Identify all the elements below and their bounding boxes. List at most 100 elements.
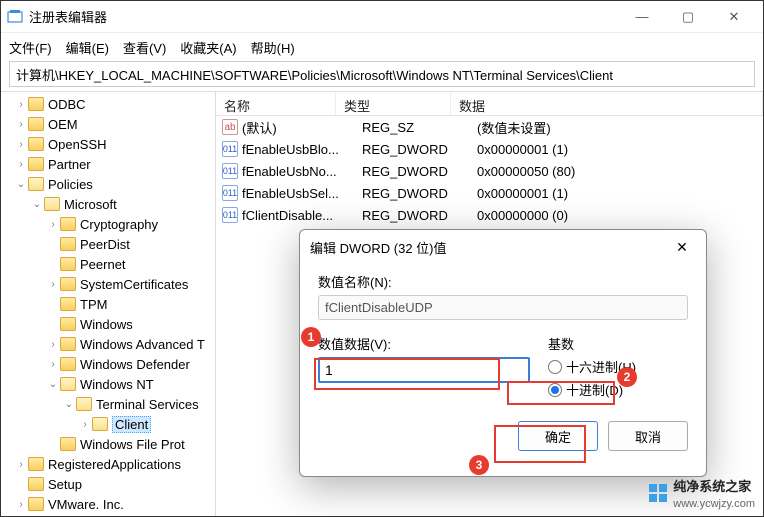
maximize-button[interactable]: ▢ — [665, 1, 711, 33]
tree-item-label: TPM — [80, 297, 107, 312]
list-body: ab(默认)REG_SZ(数值未设置)011fEnableUsbBlo...RE… — [216, 116, 763, 226]
value-data: 0x00000001 (1) — [469, 186, 763, 201]
tree-item[interactable]: Peernet — [1, 254, 215, 274]
titlebar[interactable]: 注册表编辑器 — ▢ ✕ — [1, 1, 763, 33]
menu-favorites[interactable]: 收藏夹(A) — [180, 38, 236, 57]
tree-item[interactable]: Windows File Prot — [1, 434, 215, 454]
binary-value-icon: 011 — [222, 185, 238, 201]
window-controls: — ▢ ✕ — [619, 1, 757, 33]
folder-icon — [60, 337, 76, 351]
tree-toggle-icon[interactable]: ⌄ — [47, 379, 59, 390]
tree-toggle-icon[interactable]: › — [47, 219, 59, 230]
menu-view[interactable]: 查看(V) — [123, 38, 166, 57]
folder-icon — [28, 497, 44, 511]
menu-file[interactable]: 文件(F) — [9, 38, 52, 57]
window-title: 注册表编辑器 — [29, 7, 619, 26]
tree-item-label: ODBC — [48, 97, 86, 112]
value-name-label: 数值名称(N): — [318, 272, 688, 291]
tree-toggle-icon[interactable]: › — [15, 159, 27, 170]
tree-item[interactable]: ›SystemCertificates — [1, 274, 215, 294]
value-data: 0x00000000 (0) — [469, 208, 763, 223]
tree-item[interactable]: ›Windows Defender — [1, 354, 215, 374]
address-bar[interactable]: 计算机\HKEY_LOCAL_MACHINE\SOFTWARE\Policies… — [9, 61, 755, 87]
tree-item-label: OEM — [48, 117, 78, 132]
list-header: 名称 类型 数据 — [216, 92, 763, 116]
menu-help[interactable]: 帮助(H) — [251, 38, 295, 57]
close-button[interactable]: ✕ — [711, 1, 757, 33]
tree-toggle-icon[interactable]: › — [15, 459, 27, 470]
minimize-button[interactable]: — — [619, 1, 665, 33]
dialog-body: 数值名称(N): fClientDisableUDP 数值数据(V): 基数 十… — [300, 264, 706, 476]
tree-toggle-icon[interactable]: ⌄ — [31, 199, 43, 210]
tree-item[interactable]: ⌄Windows NT — [1, 374, 215, 394]
ok-button[interactable]: 确定 — [518, 421, 598, 451]
tree-toggle-icon[interactable]: › — [47, 339, 59, 350]
tree-toggle-icon[interactable]: ⌄ — [15, 179, 27, 190]
dialog-titlebar[interactable]: 编辑 DWORD (32 位)值 ✕ — [300, 230, 706, 264]
list-row[interactable]: 011fEnableUsbBlo...REG_DWORD0x00000001 (… — [216, 138, 763, 160]
tree-item[interactable]: ⌄Microsoft — [1, 194, 215, 214]
tree-view[interactable]: › ODBC › OEM ›OpenSSH›Partner⌄Policies⌄Micro… — [1, 92, 216, 516]
tree-toggle-icon[interactable]: › — [47, 359, 59, 370]
tree-item[interactable]: › Windows Advanced T — [1, 334, 215, 354]
tree-item[interactable]: › Cryptography — [1, 214, 215, 234]
radio-dec-label: 十进制(D) — [566, 380, 623, 399]
folder-icon — [60, 217, 76, 231]
folder-icon — [60, 377, 76, 391]
col-type[interactable]: 类型 — [336, 92, 451, 115]
tree-toggle-icon[interactable]: › — [15, 119, 27, 130]
list-row[interactable]: 011 fEnableUsbSel...REG_DWORD0x00000001 (… — [216, 182, 763, 204]
value-name: (默认) — [242, 118, 354, 137]
value-data: 0x00000001 (1) — [469, 142, 763, 157]
tree-item[interactable]: › ODBC — [1, 94, 215, 114]
tree-item[interactable]: ›OpenSSH — [1, 134, 215, 154]
folder-icon — [28, 137, 44, 151]
folder-icon — [92, 417, 108, 431]
folder-icon — [28, 477, 44, 491]
tree-item[interactable]: TPM — [1, 294, 215, 314]
value-type: REG_DWORD — [354, 186, 469, 201]
tree-item[interactable]: › RegisteredApplications — [1, 454, 215, 474]
value-data-label: 数值数据(V): — [318, 334, 530, 353]
tree-item[interactable]: Setup — [1, 474, 215, 494]
folder-icon — [60, 297, 76, 311]
tree-toggle-icon[interactable]: › — [15, 99, 27, 110]
folder-icon — [28, 457, 44, 471]
tree-item[interactable]: PeerDist — [1, 234, 215, 254]
radio-dec[interactable]: 十进制(D) — [548, 380, 688, 399]
value-type: REG_DWORD — [354, 164, 469, 179]
tree-toggle-icon[interactable]: › — [15, 499, 27, 510]
folder-icon — [76, 397, 92, 411]
list-row[interactable]: ab(默认)REG_SZ(数值未设置) — [216, 116, 763, 138]
menu-edit[interactable]: 编辑(E) — [66, 38, 109, 57]
tree-item[interactable]: ⌄Policies — [1, 174, 215, 194]
dialog-close-button[interactable]: ✕ — [668, 233, 696, 261]
value-type: REG_DWORD — [354, 142, 469, 157]
list-row[interactable]: 011fEnableUsbNo...REG_DWORD0x00000050 (8… — [216, 160, 763, 182]
list-row[interactable]: 011fClientDisable...REG_DWORD0x00000000 … — [216, 204, 763, 226]
tree-item-label: Windows Advanced T — [80, 337, 205, 352]
cancel-button[interactable]: 取消 — [608, 421, 688, 451]
value-name: fEnableUsbSel... — [242, 186, 354, 201]
tree-item-label: RegisteredApplications — [48, 457, 181, 472]
tree-toggle-icon[interactable]: › — [47, 279, 59, 290]
tree-item-label: Cryptography — [80, 217, 158, 232]
tree-toggle-icon[interactable]: › — [79, 419, 91, 430]
tree-item[interactable]: ›Partner — [1, 154, 215, 174]
binary-value-icon: 011 — [222, 141, 238, 157]
tree-item[interactable]: ⌄Terminal Services — [1, 394, 215, 414]
tree-item[interactable]: › OEM — [1, 114, 215, 134]
value-name-field[interactable]: fClientDisableUDP — [318, 295, 688, 320]
radio-hex-label: 十六进制(H) — [566, 357, 636, 376]
col-data[interactable]: 数据 — [451, 92, 763, 115]
radio-hex[interactable]: 十六进制(H) — [548, 357, 688, 376]
tree-item[interactable]: ›VMware. Inc. — [1, 494, 215, 514]
col-name[interactable]: 名称 — [216, 92, 336, 115]
folder-icon — [60, 437, 76, 451]
tree-item[interactable]: Windows — [1, 314, 215, 334]
tree-item[interactable]: ›Client — [1, 414, 215, 434]
value-data-input[interactable] — [318, 357, 530, 383]
tree-toggle-icon[interactable]: › — [15, 139, 27, 150]
tree-toggle-icon[interactable]: ⌄ — [63, 399, 75, 410]
value-name: fEnableUsbNo... — [242, 164, 354, 179]
